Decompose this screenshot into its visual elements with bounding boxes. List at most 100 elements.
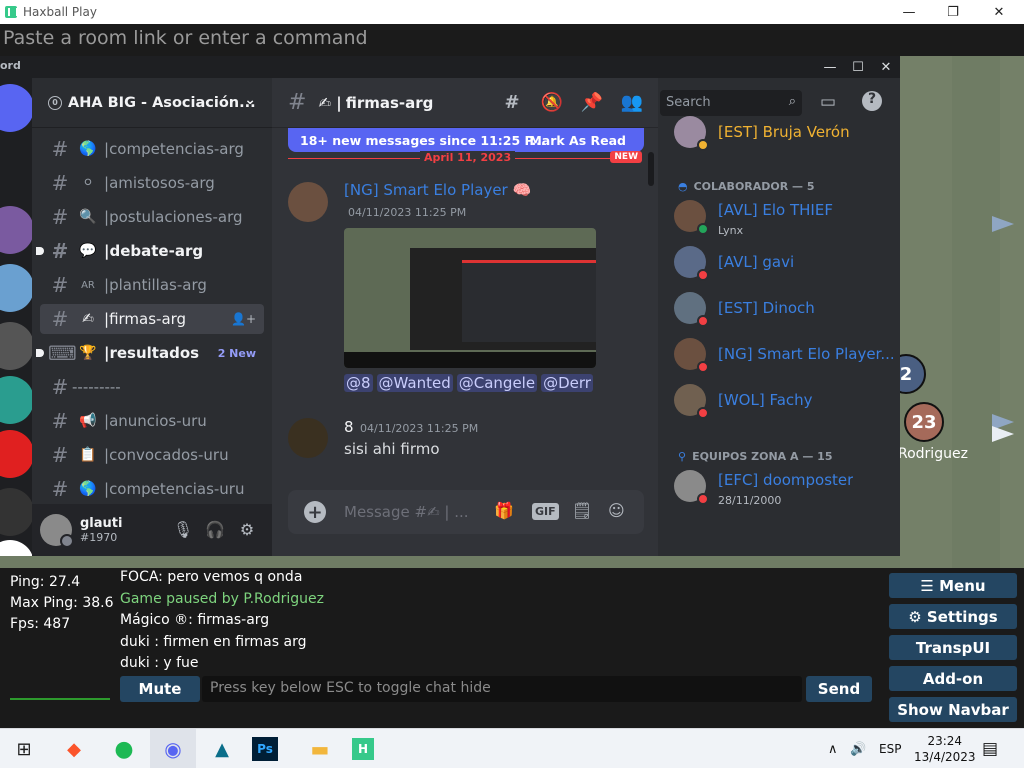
channel-item[interactable]: # 💬 | debate-arg (36, 236, 264, 266)
member-item[interactable]: [AVL] gavi (674, 242, 896, 282)
menu-button[interactable]: ☰ Menu (889, 573, 1017, 598)
chat-input[interactable]: Press key below ESC to toggle chat hide (202, 676, 802, 702)
scrollbar[interactable] (648, 152, 654, 186)
headphones-icon[interactable]: 🎧 (204, 520, 226, 540)
avatar[interactable] (288, 182, 328, 222)
haxball-icon[interactable]: H (352, 738, 374, 760)
channel-item[interactable]: # 📋 | convocados-uru (40, 440, 264, 470)
channel-item[interactable]: # 🌎 | competencias-arg (40, 134, 264, 164)
member-item[interactable]: [NG] Smart Elo Player... (674, 334, 896, 374)
channel-item[interactable]: ⌨ 🏆 | resultados 2 New (36, 338, 264, 368)
server-icon[interactable] (0, 264, 34, 312)
command-input[interactable]: Paste a room link or enter a command (0, 24, 1024, 56)
taskbar: ⊞ ◆ ● ◉ ▲ Ps ▬ H ∧ 🔊 ESP 23:24 13/4/2023… (0, 728, 1024, 768)
help-icon[interactable]: ? (862, 91, 882, 111)
hash-icon: # (51, 477, 69, 501)
members-icon[interactable]: 👥 (620, 92, 644, 114)
mention[interactable]: @Cangele (456, 374, 538, 392)
pin-icon[interactable]: 📌 (580, 92, 604, 114)
channel-item[interactable]: # 🔍 | postulaciones-arg (40, 202, 264, 232)
message-input[interactable]: Message #✍ | ... (344, 503, 469, 521)
channel-name: plantillas-arg (109, 276, 207, 294)
photoshop-icon[interactable]: Ps (252, 737, 278, 761)
minimize-button[interactable]: — (886, 0, 932, 24)
server-icon[interactable] (0, 322, 34, 370)
member-item[interactable]: [EFC] doomposter 28/11/2000 (674, 466, 896, 507)
haxball-logo-icon (5, 6, 18, 18)
channel-header: # ✍ | firmas-arg # 🔕 📌 👥 (272, 78, 658, 128)
image-attachment[interactable] (344, 228, 596, 368)
gift-icon[interactable]: 🎁 (494, 501, 514, 520)
member-item[interactable]: [EST] Bruja Verón (674, 112, 896, 152)
message-composer[interactable]: + Message #✍ | ... 🎁 GIF 🗒 ☺ (288, 490, 644, 534)
mute-button[interactable]: Mute (120, 676, 200, 702)
unread-indicator (36, 349, 44, 357)
member-item[interactable]: [WOL] Fachy (674, 380, 896, 420)
inbox-icon[interactable]: ▭ (820, 92, 836, 112)
channel-emoji-icon: 💬 (79, 243, 97, 259)
settings-button[interactable]: ⚙ Settings (889, 604, 1017, 629)
channel-item[interactable]: # --------- (40, 372, 264, 402)
status-indicator (697, 361, 709, 373)
message-author[interactable]: 8 (344, 418, 354, 436)
mention[interactable]: @8 (344, 374, 373, 392)
member-item[interactable]: [EST] Dinoch (674, 288, 896, 328)
channel-item[interactable]: # 📢 | anuncios-uru (40, 406, 264, 436)
message-author[interactable]: [NG] Smart Elo Player 🧠 (344, 181, 531, 199)
guild-header[interactable]: 0 AHA BIG - Asociación... ⌄ (32, 78, 272, 128)
server-list (0, 78, 34, 556)
home-button[interactable] (0, 84, 34, 132)
addon-button[interactable]: Add-on (889, 666, 1017, 691)
maximize-button[interactable]: ❐ (930, 0, 976, 24)
notifications-icon[interactable]: ▤ (982, 729, 998, 768)
file-explorer-icon[interactable]: ▬ (302, 735, 338, 763)
language-indicator[interactable]: ESP (879, 729, 901, 768)
mark-as-read-button[interactable]: Mark As Read (529, 133, 626, 148)
show-navbar-button[interactable]: Show Navbar (889, 697, 1017, 722)
clock-time: 23:24 (927, 734, 963, 748)
member-activity: Lynx (718, 224, 744, 237)
mute-bell-icon[interactable]: 🔕 (540, 92, 564, 114)
member-item[interactable]: [AVL] Elo THIEF Lynx (674, 196, 896, 237)
search-input[interactable]: Search ⌕ (660, 90, 802, 116)
server-icon[interactable] (0, 488, 34, 536)
minimize-button[interactable]: — (816, 56, 844, 78)
add-attachment-button[interactable]: + (304, 501, 326, 523)
brave-icon[interactable]: ◆ (56, 735, 92, 763)
threads-icon[interactable]: # (500, 92, 524, 114)
microphone-icon[interactable]: 🎙 (172, 520, 194, 540)
app-icon[interactable]: ▲ (204, 735, 240, 763)
sticker-icon[interactable]: 🗒 (572, 501, 592, 520)
gif-icon[interactable]: GIF (532, 503, 559, 520)
discord-icon[interactable]: ◉ (150, 729, 196, 768)
avatar[interactable] (288, 418, 328, 458)
gear-icon[interactable]: ⚙ (236, 520, 258, 540)
channel-item[interactable]: # AR | plantillas-arg (40, 270, 264, 300)
transpui-button[interactable]: TranspUI (889, 635, 1017, 660)
send-button[interactable]: Send (806, 676, 872, 702)
close-button[interactable]: ✕ (872, 56, 900, 78)
new-messages-bar[interactable]: 18+ new messages since 11:25 P... Mark A… (288, 128, 644, 152)
channel-item[interactable]: # ✍ | firmas-arg 👤+ (40, 304, 264, 334)
server-icon[interactable] (0, 206, 34, 254)
invite-icon[interactable]: 👤+ (231, 312, 256, 326)
member-name: [AVL] gavi (718, 253, 795, 271)
mention[interactable]: @Wanted (376, 374, 453, 392)
spotify-icon[interactable]: ● (106, 735, 142, 763)
close-button[interactable]: ✕ (976, 0, 1022, 24)
volume-icon[interactable]: 🔊 (850, 729, 866, 768)
new-tag: NEW (610, 151, 642, 163)
server-icon[interactable] (0, 430, 34, 478)
maximize-button[interactable]: ☐ (844, 56, 872, 78)
mention[interactable]: @Derr (541, 374, 593, 392)
windows-start-icon[interactable]: ⊞ (6, 735, 42, 763)
avatar[interactable] (40, 514, 74, 548)
channel-name: anuncios-uru (109, 412, 207, 430)
channel-item[interactable]: # ⚪ | amistosos-arg (40, 168, 264, 198)
server-icon[interactable] (0, 540, 34, 556)
clock[interactable]: 23:24 13/4/2023 (914, 729, 976, 768)
tray-chevron-icon[interactable]: ∧ (828, 729, 838, 768)
server-icon[interactable] (0, 376, 34, 424)
channel-item[interactable]: # 🌎 | competencias-uru (40, 474, 264, 504)
emoji-icon[interactable]: ☺ (608, 501, 625, 520)
